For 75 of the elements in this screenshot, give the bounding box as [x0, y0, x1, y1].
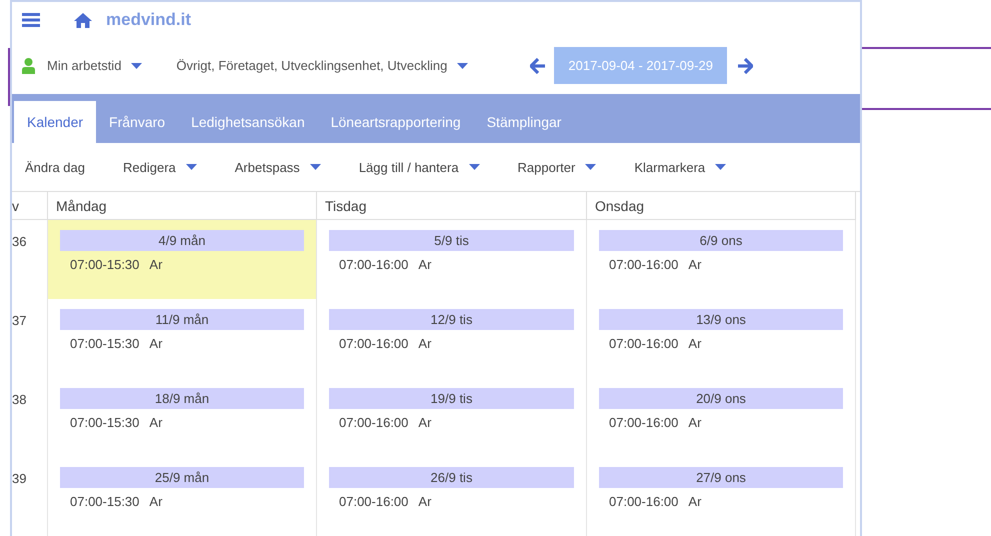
menu-icon[interactable]: [22, 13, 40, 28]
date-label: 11/9 mån: [60, 309, 304, 330]
unit-dropdown[interactable]: Övrigt, Företaget, Utvecklingsenhet, Utveckling: [172, 58, 472, 74]
column-header: Onsdag: [587, 192, 856, 220]
shift-code: Ar: [688, 494, 702, 509]
shift-code: Ar: [149, 336, 162, 351]
shift-time: 07:00-15:30: [70, 336, 140, 351]
shift-time: 07:00-16:00: [609, 336, 678, 351]
caret-icon: [715, 164, 726, 170]
date-label: 20/9 ons: [599, 388, 843, 409]
caret-icon: [310, 164, 321, 170]
shift-code: Ar: [418, 415, 432, 430]
shift-time: 07:00-16:00: [609, 257, 678, 272]
arrow-left-icon[interactable]: [530, 58, 546, 74]
arrow-right-icon[interactable]: [736, 58, 753, 74]
shift-code: Ar: [418, 494, 432, 509]
shift-time: 07:00-16:00: [339, 336, 408, 351]
day-cell[interactable]: 12/9 tis 07:00-16:00 Ar: [317, 299, 587, 378]
toolbar-menu[interactable]: Arbetspass: [222, 160, 334, 175]
date-label: 5/9 tis: [329, 230, 574, 251]
person-icon: [22, 58, 35, 74]
shift-code: Ar: [418, 257, 432, 272]
day-cell[interactable]: 18/9 mån 07:00-15:30 Ar: [48, 378, 317, 457]
day-cell[interactable]: 6/9 ons 07:00-16:00 Ar: [587, 220, 856, 299]
toolbar-menu[interactable]: Redigera: [110, 160, 210, 175]
week-number: 39: [12, 457, 48, 536]
caret-icon: [585, 164, 596, 170]
toolbar-menu[interactable]: Lägg till / hantera: [346, 160, 493, 175]
date-label: 25/9 mån: [60, 467, 304, 488]
caret-icon: [186, 164, 197, 170]
toolbar-menu[interactable]: Klarmarkera: [621, 160, 740, 175]
week-number: 37: [12, 299, 48, 378]
shift-code: Ar: [688, 257, 702, 272]
person-dropdown[interactable]: Min arbetstid: [43, 58, 146, 74]
shift-time: 07:00-16:00: [339, 415, 408, 430]
shift-time: 07:00-15:30: [70, 494, 140, 509]
day-cell[interactable]: 13/9 ons 07:00-16:00 Ar: [587, 299, 856, 378]
day-cell[interactable]: 5/9 tis 07:00-16:00 Ar: [317, 220, 587, 299]
date-label: 18/9 mån: [60, 388, 304, 409]
shift-time: 07:00-15:30: [70, 257, 140, 272]
shift-time: 07:00-16:00: [339, 494, 408, 509]
shift-code: Ar: [688, 336, 702, 351]
shift-code: Ar: [149, 257, 162, 272]
toolbar-menu[interactable]: Ändra dag: [12, 160, 98, 175]
shift-code: Ar: [149, 494, 162, 509]
date-label: 19/9 tis: [329, 388, 574, 409]
tab[interactable]: Kalender: [14, 101, 96, 144]
shift-time: 07:00-15:30: [70, 415, 140, 430]
date-label: 26/9 tis: [329, 467, 574, 488]
column-header: Tisdag: [317, 192, 587, 220]
shift-time: 07:00-16:00: [609, 494, 678, 509]
week-number: 38: [12, 378, 48, 457]
day-cell[interactable]: 11/9 mån 07:00-15:30 Ar: [48, 299, 317, 378]
day-cell[interactable]: 20/9 ons 07:00-16:00 Ar: [587, 378, 856, 457]
date-label: 13/9 ons: [599, 309, 843, 330]
date-label: 12/9 tis: [329, 309, 574, 330]
day-cell[interactable]: 25/9 mån 07:00-15:30 Ar: [48, 457, 317, 536]
home-icon[interactable]: [74, 12, 92, 28]
shift-code: Ar: [418, 336, 432, 351]
shift-code: Ar: [688, 415, 702, 430]
date-label: 4/9 mån: [60, 230, 304, 251]
toolbar-menu[interactable]: Rapporter: [504, 160, 610, 175]
day-cell[interactable]: 27/9 ons 07:00-16:00 Ar: [587, 457, 856, 536]
day-cell[interactable]: 19/9 tis 07:00-16:00 Ar: [317, 378, 587, 457]
date-label: 6/9 ons: [599, 230, 843, 251]
day-cell[interactable]: 4/9 mån 07:00-15:30 Ar: [48, 220, 317, 299]
caret-icon: [131, 62, 142, 69]
shift-time: 07:00-16:00: [339, 257, 408, 272]
shift-code: Ar: [149, 415, 162, 430]
date-label: 27/9 ons: [599, 467, 843, 488]
caret-icon: [457, 62, 468, 69]
shift-time: 07:00-16:00: [609, 415, 678, 430]
caret-icon: [468, 164, 480, 170]
column-header: v: [12, 192, 48, 220]
day-cell[interactable]: 26/9 tis 07:00-16:00 Ar: [317, 457, 587, 536]
